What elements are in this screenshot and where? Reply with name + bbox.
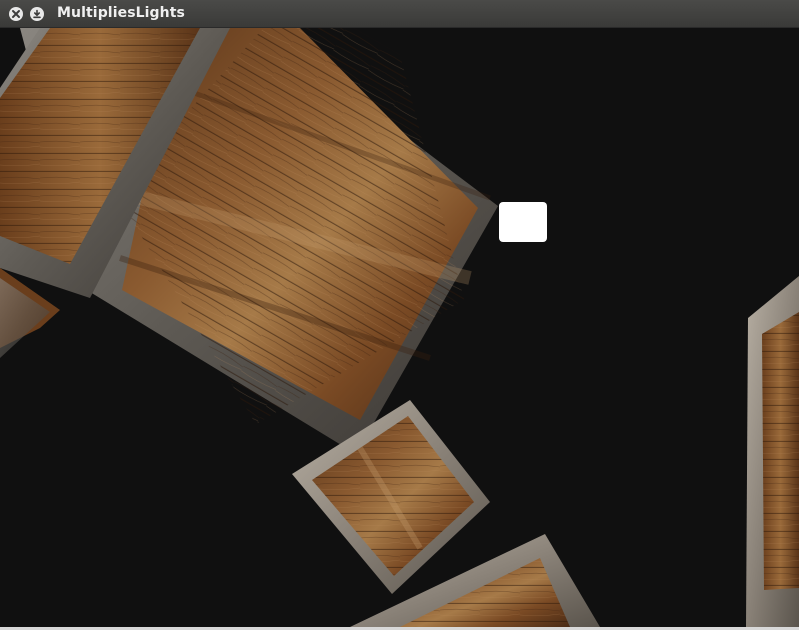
window-title: MultipliesLights <box>57 5 185 21</box>
light-source-cube <box>499 202 547 242</box>
minimize-button[interactable] <box>30 7 44 21</box>
wooden-crate <box>746 276 799 627</box>
render-viewport[interactable] <box>0 28 799 627</box>
window-titlebar: MultipliesLights <box>0 0 799 28</box>
3d-scene <box>0 28 799 627</box>
close-icon <box>12 10 20 18</box>
close-button[interactable] <box>9 7 23 21</box>
minimize-icon <box>33 9 41 19</box>
